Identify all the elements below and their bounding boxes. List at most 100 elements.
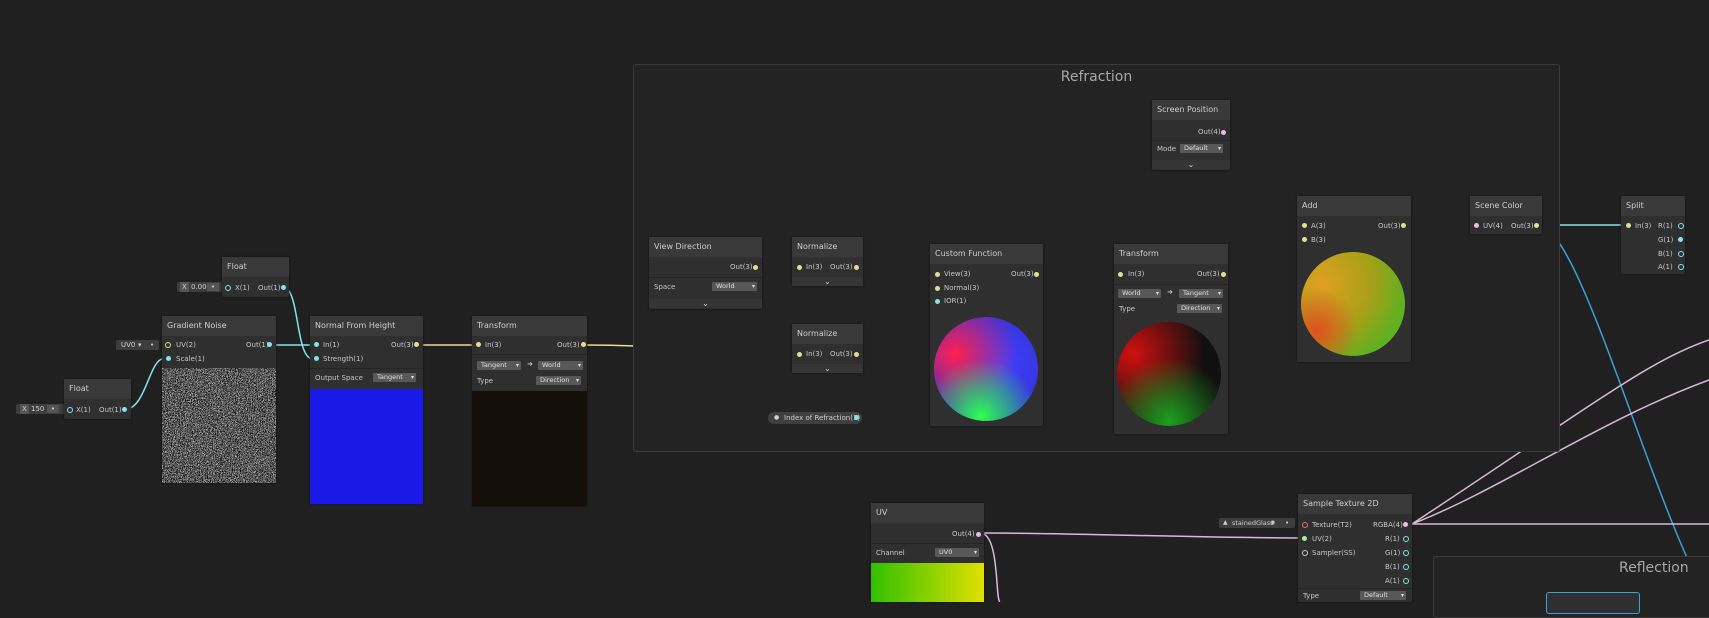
split-node[interactable]: Split In(3) R(1) G(1) B(1) A(1) [1621,196,1685,274]
input-port[interactable] [314,356,319,361]
object-picker-icon[interactable]: ◉ [1270,518,1275,528]
input-port[interactable] [314,342,319,347]
type-dropdown[interactable]: Direction [536,376,581,385]
normalize2-node[interactable]: Normalize In(3) Out(3) ⌄ [792,324,863,373]
normalize1-node[interactable]: Normalize In(3) Out(3) ⌄ [792,237,863,286]
float2-node[interactable]: Float X(1) Out(1) [222,257,289,297]
output-port[interactable] [854,265,859,270]
x-label: X [20,404,29,414]
transform1-node[interactable]: Transform In(3) Out(3) Tangent ➜ World T… [472,316,587,506]
output-port[interactable] [1534,223,1539,228]
sample-texture-2d-node[interactable]: Sample Texture 2D Texture(T2) UV(2) Samp… [1298,494,1412,602]
output-port[interactable] [414,342,419,347]
texture-field[interactable]: ▲ stainedGlass ◉ • [1219,518,1295,528]
gradient-noise-node[interactable]: Gradient Noise UV(2) Scale(1) Out(1) [162,316,276,483]
from-space-dropdown[interactable]: World [1118,289,1161,298]
output-port[interactable] [281,285,286,290]
output-port[interactable] [1678,223,1684,229]
chevron-down-icon[interactable]: ⌄ [792,364,863,373]
float2-x-field[interactable]: X 0.00 • [177,282,222,292]
field-drag-handle[interactable]: • [47,405,59,413]
output-space-dropdown[interactable]: Tangent [373,373,416,382]
uv-node[interactable]: UV Out(4) Channel UV0 [871,503,984,602]
reflection-group[interactable]: Reflection [1433,556,1709,618]
output-port[interactable] [1678,264,1684,270]
input-port[interactable] [1626,223,1631,228]
output-port[interactable] [1221,130,1226,135]
output-port[interactable] [753,265,758,270]
input-port[interactable] [476,342,481,347]
type-dropdown[interactable]: Default [1360,591,1406,600]
from-space-dropdown[interactable]: Tangent [477,361,521,370]
type-dropdown[interactable]: Direction [1177,304,1222,313]
add-node[interactable]: Add A(3) B(3) Out(3) [1297,196,1411,362]
normal-from-height-node[interactable]: Normal From Height In(1) Strength(1) Out… [310,316,423,504]
output-port[interactable] [854,352,859,357]
input-port[interactable] [165,342,171,348]
node-title: Custom Function [930,244,1043,264]
chevron-down-icon[interactable]: ⌄ [1152,160,1230,169]
output-port[interactable] [976,532,981,537]
input-port[interactable] [1474,223,1479,228]
wire [1537,224,1709,602]
reflection-subnode[interactable] [1546,592,1640,614]
texture-value[interactable]: stainedGlass [1232,518,1274,528]
output-port[interactable] [267,342,272,347]
input-port[interactable] [1302,536,1307,541]
input-port[interactable] [1302,237,1307,242]
output-port[interactable] [1403,536,1409,542]
output-port[interactable] [1403,578,1409,584]
output-port[interactable] [581,342,586,347]
space-dropdown[interactable]: World [712,282,757,291]
output-port[interactable] [1403,550,1409,556]
input-port[interactable] [1302,522,1308,528]
view-direction-node[interactable]: View Direction Out(3) Space World ⌄ [649,237,762,309]
output-port[interactable] [1221,272,1226,277]
noise-preview [162,368,276,483]
transform2-node[interactable]: Transform In(3) Out(3) World ➜ Tangent T… [1114,244,1228,434]
input-port[interactable] [1118,272,1123,277]
input-port[interactable] [1302,550,1308,556]
port-label: In(3) [1128,270,1145,278]
chevron-down-icon: ▾ [138,341,142,349]
input-port[interactable] [1302,223,1307,228]
output-port[interactable] [122,407,127,412]
input-port[interactable] [935,272,940,277]
x-value[interactable]: 0.00 [191,282,207,292]
output-port[interactable] [1403,564,1409,570]
output-port[interactable] [1678,237,1683,242]
x-value[interactable]: 150 [31,404,44,414]
screen-position-node[interactable]: Screen Position Out(4) Mode Default ⌄ [1152,100,1230,170]
input-port[interactable] [67,407,73,413]
uv-value[interactable]: UV0 [121,340,135,350]
ior-property-node[interactable]: ● Index of Refraction(1) [768,412,862,424]
port-label: UV(2) [176,341,196,349]
to-space-dropdown[interactable]: World [538,361,583,370]
channel-dropdown[interactable]: UV0 [935,548,979,557]
output-port[interactable] [1678,251,1684,257]
float1-node[interactable]: Float X(1) Out(1) [64,379,131,419]
input-port[interactable] [166,356,171,361]
node-title: Add [1297,196,1411,216]
field-drag-handle[interactable]: • [207,283,219,291]
uv-field[interactable]: UV0 ▾ • [116,340,159,350]
to-space-dropdown[interactable]: Tangent [1179,289,1223,298]
scene-color-node[interactable]: Scene Color UV(4) Out(3) [1470,196,1542,234]
refraction-group[interactable]: Refraction [633,64,1560,452]
output-port[interactable] [854,415,859,420]
custom-function-node[interactable]: Custom Function View(3) Normal(3) IOR(1)… [930,244,1043,426]
input-port[interactable] [935,299,940,304]
output-port[interactable] [1401,223,1406,228]
node-title: Float [64,379,131,399]
input-port[interactable] [797,352,802,357]
node-title: Screen Position [1152,100,1230,120]
input-port[interactable] [225,285,231,291]
input-port[interactable] [797,265,802,270]
output-port[interactable] [1034,272,1039,277]
mode-dropdown[interactable]: Default [1180,144,1223,153]
input-port[interactable] [935,286,940,291]
float1-x-field[interactable]: X 150 • [16,404,65,414]
chevron-down-icon[interactable]: ⌄ [792,277,863,286]
chevron-down-icon[interactable]: ⌄ [649,299,762,308]
output-port[interactable] [1403,522,1408,527]
